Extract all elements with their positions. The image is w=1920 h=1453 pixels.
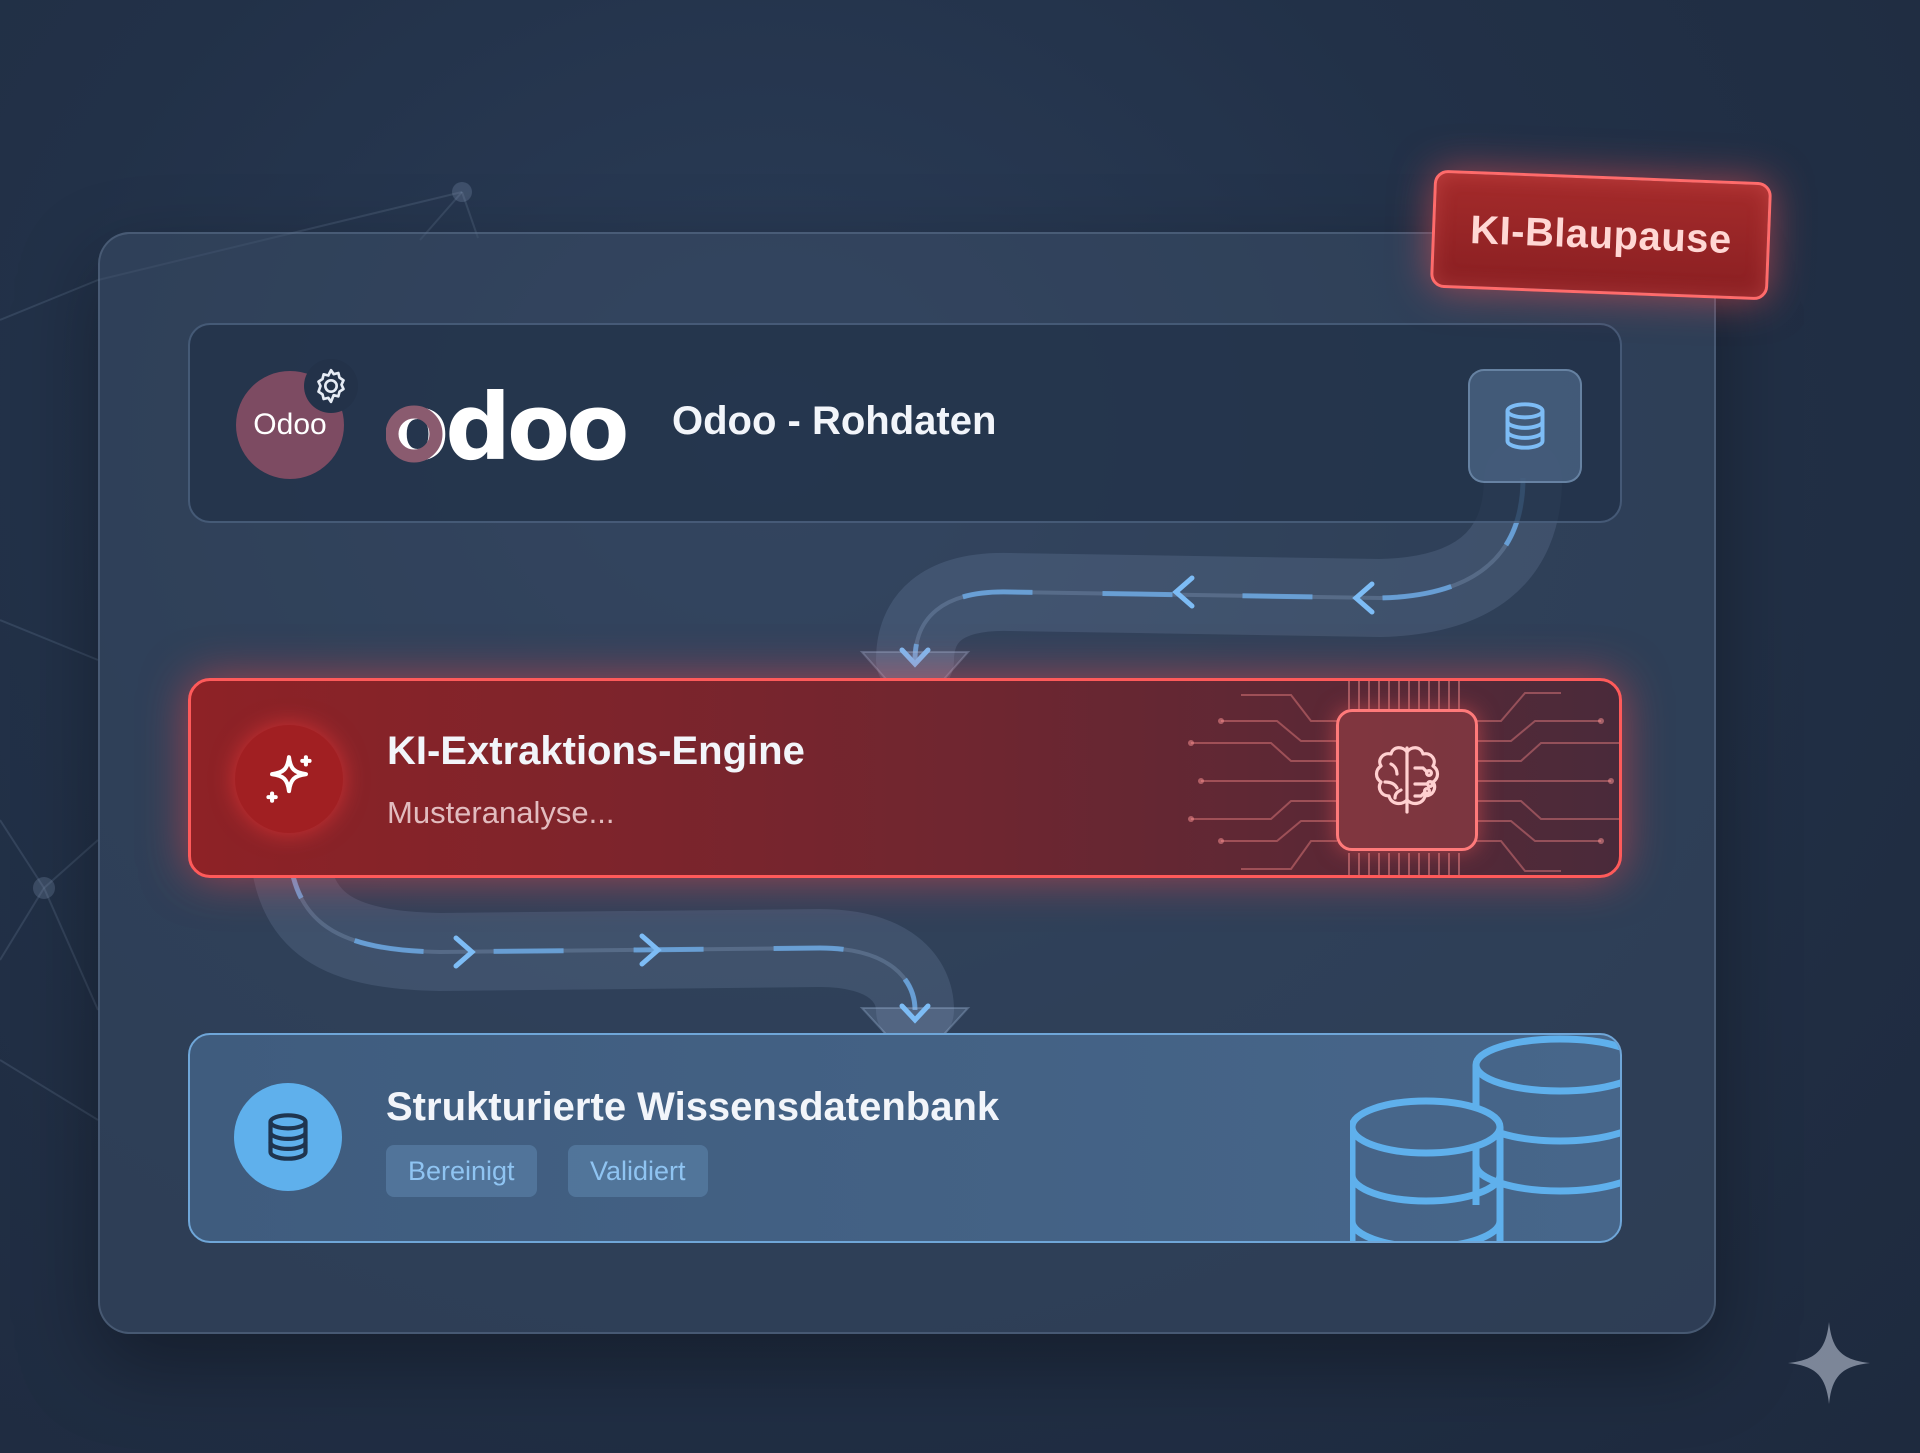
knowledge-base-card: Strukturierte Wissensdatenbank Bereinigt… [188,1033,1622,1243]
sparkle-icon [235,725,343,833]
gear-icon[interactable] [304,359,358,413]
odoo-logo: odoo [386,381,626,477]
blueprint-badge-label: KI-Blaupause [1469,207,1733,262]
database-button[interactable] [1468,369,1582,483]
source-title: Odoo - Rohdaten [672,399,997,443]
database-icon [234,1083,342,1191]
database-icon [1505,402,1545,450]
brain-chip-icon [1336,709,1478,851]
source-card: Odoo odoo Odoo - Rohdaten [188,323,1622,523]
tag-validiert: Validiert [568,1145,708,1197]
engine-card: KI-Extraktions-Engine Musteranalyse... [188,678,1622,878]
sparkle-icon [1788,1322,1870,1404]
blueprint-badge: KI-Blaupause [1429,169,1773,301]
odoo-avatar-text: Odoo [253,408,327,441]
tag-bereinigt: Bereinigt [386,1145,537,1197]
engine-status: Musteranalyse... [387,795,615,830]
engine-title: KI-Extraktions-Engine [387,729,805,773]
odoo-logo-text: odoo [386,381,626,477]
knowledge-base-title: Strukturierte Wissensdatenbank [386,1085,1000,1129]
database-stack-icon [1350,1035,1620,1241]
